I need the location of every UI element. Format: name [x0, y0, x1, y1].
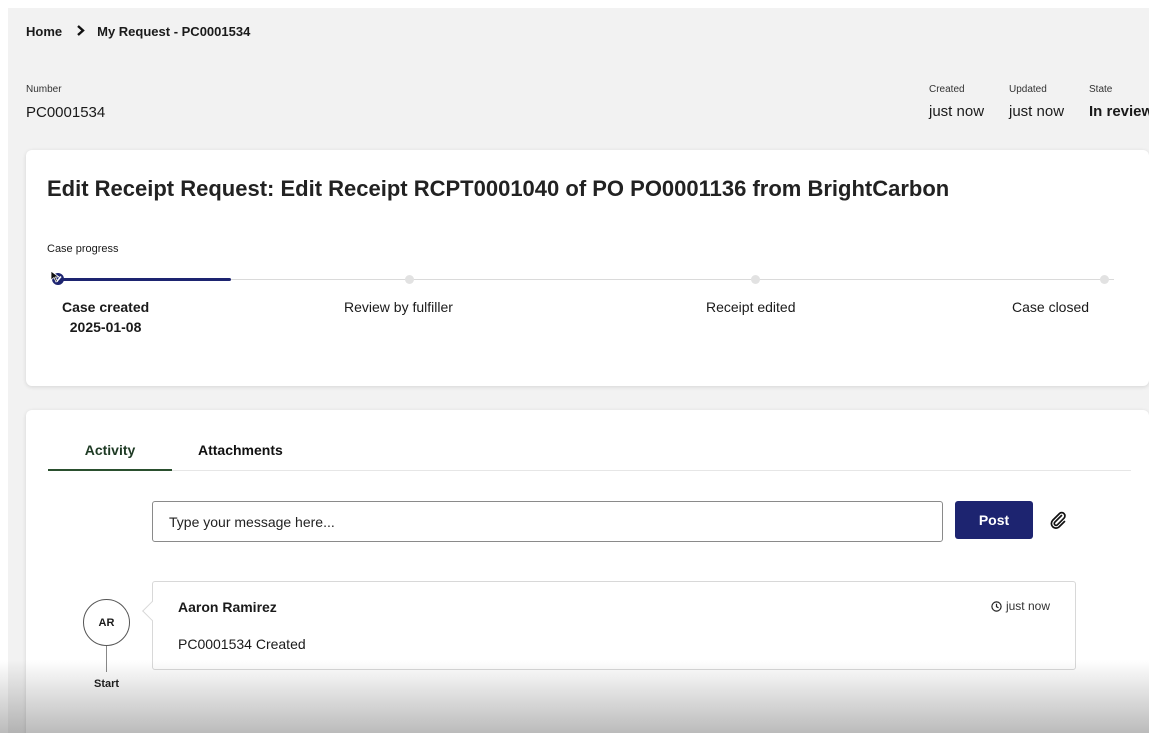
breadcrumb-current: My Request - PC0001534: [97, 24, 251, 39]
updated-label: Updated: [1009, 84, 1047, 95]
top-edge: [0, 0, 1149, 8]
created-label: Created: [929, 84, 965, 95]
tab-activity[interactable]: Activity: [48, 442, 172, 471]
state-meta: State In review: [1089, 84, 1149, 120]
state-label: State: [1089, 84, 1113, 95]
number-label: Number: [26, 84, 62, 95]
message-input[interactable]: [152, 501, 943, 542]
state-value: In review: [1089, 103, 1149, 120]
step-name: Receipt edited: [706, 299, 796, 315]
activity-tabs: Activity Attachments: [48, 442, 1131, 471]
case-card: Edit Receipt Request: Edit Receipt RCPT0…: [26, 150, 1149, 386]
progress-node: [751, 275, 760, 284]
created-value: just now: [929, 103, 985, 120]
breadcrumb: Home My Request - PC0001534: [26, 24, 250, 39]
progress-track-active: [56, 278, 231, 281]
step-date: 2025-01-08: [69, 319, 142, 335]
paperclip-icon[interactable]: [1048, 510, 1068, 530]
case-progress-label: Case progress: [47, 243, 119, 255]
progress-start-icon: [50, 270, 66, 286]
case-title: Edit Receipt Request: Edit Receipt RCPT0…: [47, 176, 950, 201]
entry-time: just now: [991, 599, 1050, 613]
left-edge: [0, 0, 8, 733]
updated-meta: Updated just now: [1009, 84, 1064, 120]
chevron-right-icon: [76, 24, 85, 39]
step-receipt-edited: Receipt edited: [706, 299, 796, 315]
step-review-by-fulfiller: Review by fulfiller: [344, 299, 453, 315]
progress-node: [405, 275, 414, 284]
timeline-line: [106, 646, 107, 672]
step-case-created: Case created 2025-01-08: [62, 299, 149, 335]
step-name: Review by fulfiller: [344, 299, 453, 315]
step-name: Case created: [62, 299, 150, 315]
step-name: Case closed: [1012, 299, 1090, 315]
entry-time-text: just now: [1005, 599, 1050, 613]
breadcrumb-home-link[interactable]: Home: [26, 24, 62, 39]
updated-value: just now: [1009, 103, 1065, 120]
post-button[interactable]: Post: [955, 501, 1033, 539]
step-case-closed: Case closed: [1012, 299, 1089, 315]
number-value: PC0001534: [26, 104, 106, 121]
tab-attachments[interactable]: Attachments: [198, 442, 308, 471]
avatar: AR: [83, 599, 130, 646]
created-meta: Created just now: [929, 84, 984, 120]
timeline-start-label: Start: [94, 678, 120, 690]
progress-node: [1100, 275, 1109, 284]
entry-author: Aaron Ramirez: [178, 599, 277, 615]
clock-icon: [991, 600, 1002, 612]
entry-pointer: [142, 601, 162, 621]
activity-card: Activity Attachments Post AR Start Aaron…: [26, 410, 1149, 733]
activity-entry: Aaron Ramirez just now PC0001534 Created: [142, 581, 1076, 670]
entry-text: PC0001534 Created: [178, 636, 306, 652]
